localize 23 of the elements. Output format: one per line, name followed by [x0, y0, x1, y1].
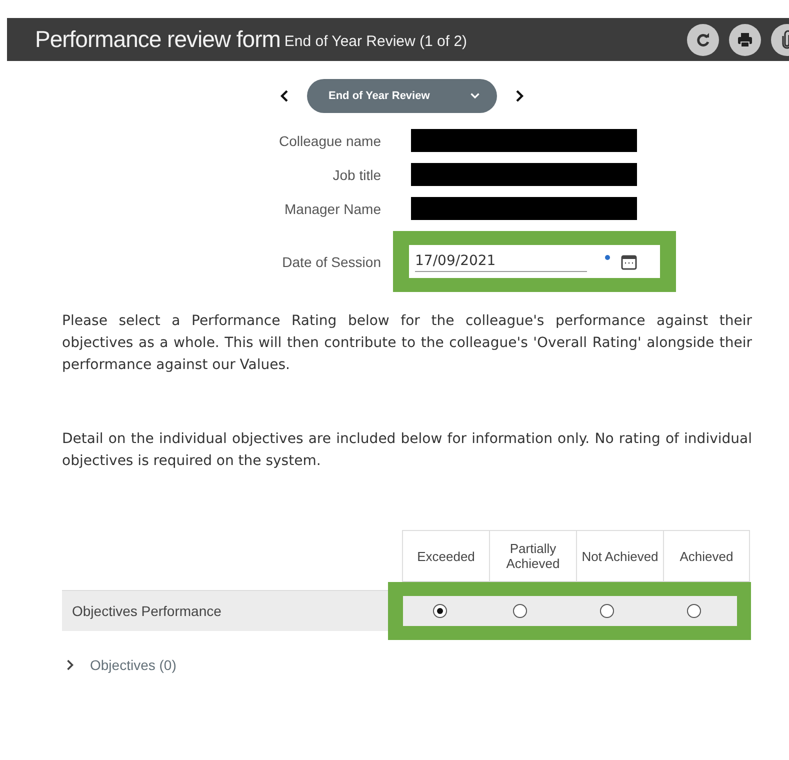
print-button[interactable] [729, 24, 761, 56]
radio-button[interactable] [686, 604, 700, 618]
radio-button[interactable] [512, 604, 526, 618]
instruction-text: Detail on the individual objectives are included below for information only. No rating of individual objectives is required on the system. [62, 430, 752, 471]
field-label: Date of Session [282, 254, 381, 270]
field-label: Colleague name [279, 132, 381, 148]
radio-button[interactable] [432, 604, 446, 618]
stage-dropdown[interactable]: End of Year Review [306, 79, 496, 113]
column-header: Achieved [663, 530, 750, 582]
objectives-toggle[interactable]: Objectives (0) [64, 657, 176, 673]
radio-button[interactable] [600, 604, 614, 618]
calendar-icon[interactable] [620, 252, 638, 270]
field-label: Manager Name [284, 200, 381, 216]
field-label: Job title [332, 166, 381, 182]
date-field[interactable]: 17/09/2021 [409, 245, 660, 278]
form-subtitle: End of Year Review (1 of 2) [284, 33, 468, 50]
form-title: Performance review form [35, 26, 280, 53]
row-label: Objectives Performance [71, 603, 222, 619]
instruction-text: Please select a Performance Rating below for the colleague's performance against their objectives as a whole. This will then contribute to the colleague's 'Overall Rating' alongside their performance against our Values. [62, 312, 752, 375]
status-dot [605, 255, 610, 260]
printer-icon [736, 30, 754, 48]
refresh-icon [695, 32, 711, 48]
refresh-button[interactable] [687, 24, 719, 56]
